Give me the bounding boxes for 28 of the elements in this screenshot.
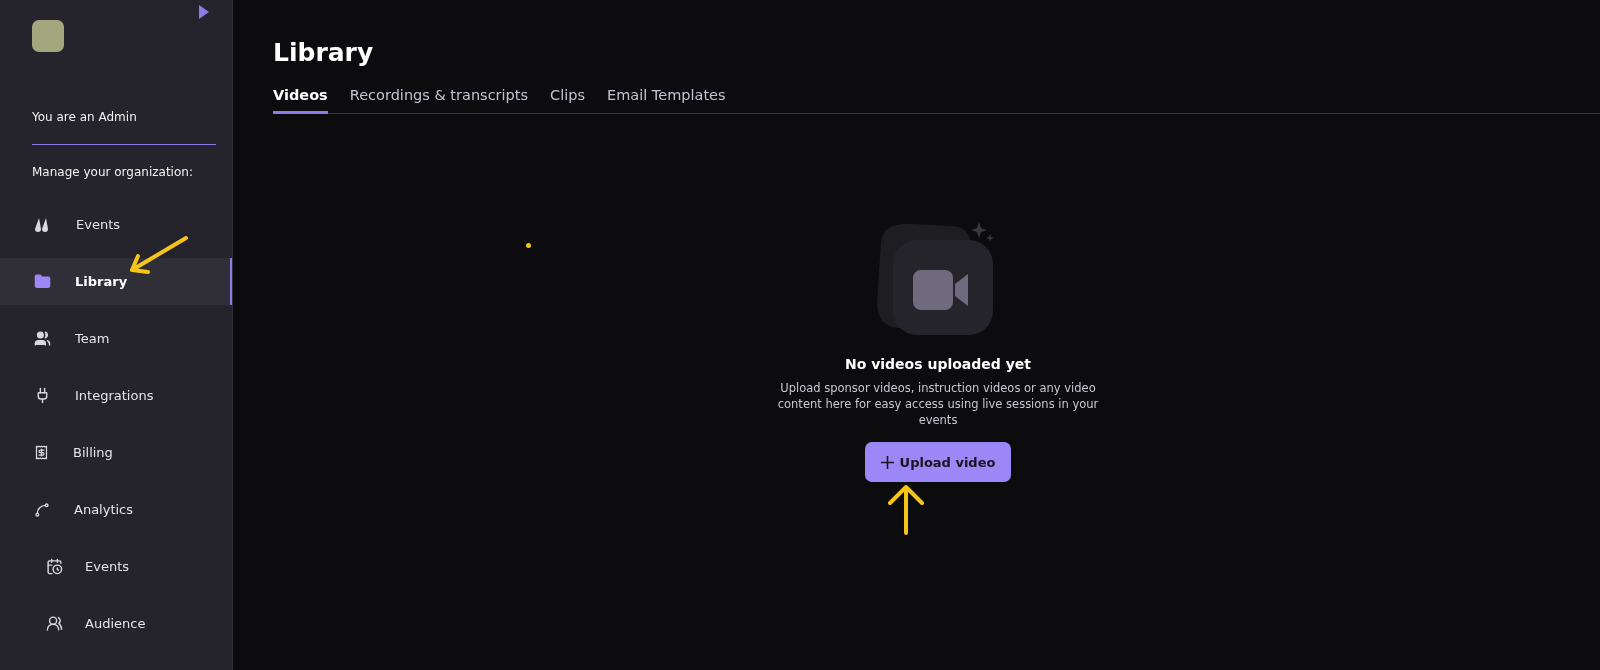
tab[interactable]: Recordings & transcripts [349,87,529,114]
folder-icon [34,273,51,290]
sidebar-item[interactable]: Integrations [0,372,232,419]
sidebar-item[interactable]: Team [0,315,232,362]
tab[interactable]: Clips [550,87,585,114]
empty-state-title: No videos uploaded yet [844,356,1032,372]
tab[interactable]: Email Templates [607,87,726,114]
group-icon [46,615,63,632]
sidebar-item[interactable]: Events [0,201,232,248]
receipt-icon [34,445,49,460]
role-label: You are an Admin [32,110,138,124]
page-title: Library [273,38,375,67]
section-label: Manage your organization: [32,165,194,179]
play-icon[interactable] [198,4,210,20]
people-icon [34,330,51,347]
sidebar-item[interactable]: Billing [0,429,232,476]
tab[interactable]: Videos [273,87,328,114]
sidebar-item[interactable]: Analytics [0,486,232,533]
sidebar-subitem[interactable]: Events [0,543,232,590]
sidebar-subitem[interactable]: Audience [0,600,232,647]
avatar [32,20,64,52]
calendar-icon [46,558,63,575]
line-chart-icon [34,501,50,518]
upload-video-button[interactable]: Upload video [864,442,1012,483]
sidebar-item[interactable]: Library [0,258,232,305]
plus-icon [880,455,894,469]
dot-marker [526,243,531,248]
empty-state-description: Upload sponsor videos, instruction videos or any video content here for easy access using live sessions in your events [776,380,1100,429]
